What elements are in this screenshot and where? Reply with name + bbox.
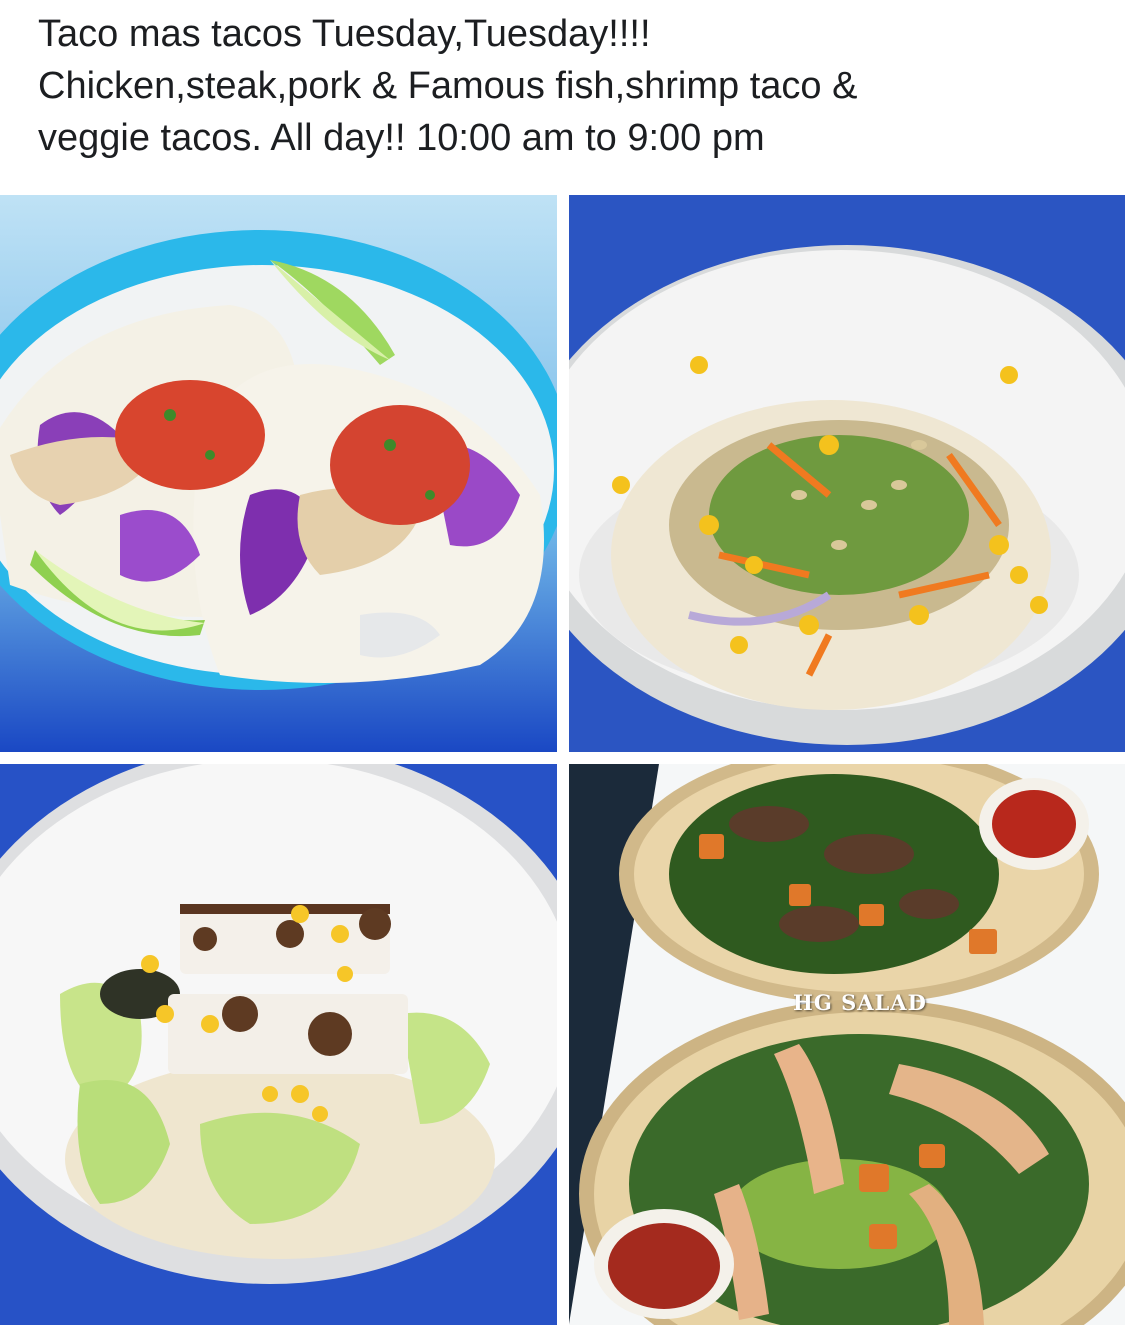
photo-hg-salads[interactable]: HG SALAD — [569, 764, 1125, 1325]
hg-salad-watermark: HG SALAD — [793, 990, 927, 1015]
photo-veggie-taco[interactable] — [569, 195, 1125, 752]
photo-tofu-taco[interactable] — [0, 764, 557, 1325]
caption-line-2: Chicken,steak,pork & Famous fish,shrimp … — [38, 65, 858, 107]
caption-line-3: veggie tacos. All day!! 10:00 am to 9:00… — [38, 117, 765, 159]
post-caption: Taco mas tacos Tuesday,Tuesday!!!! Chick… — [38, 8, 1098, 164]
caption-line-1: Taco mas tacos Tuesday,Tuesday!!!! — [38, 13, 651, 55]
photo-fish-tacos[interactable] — [0, 195, 557, 752]
